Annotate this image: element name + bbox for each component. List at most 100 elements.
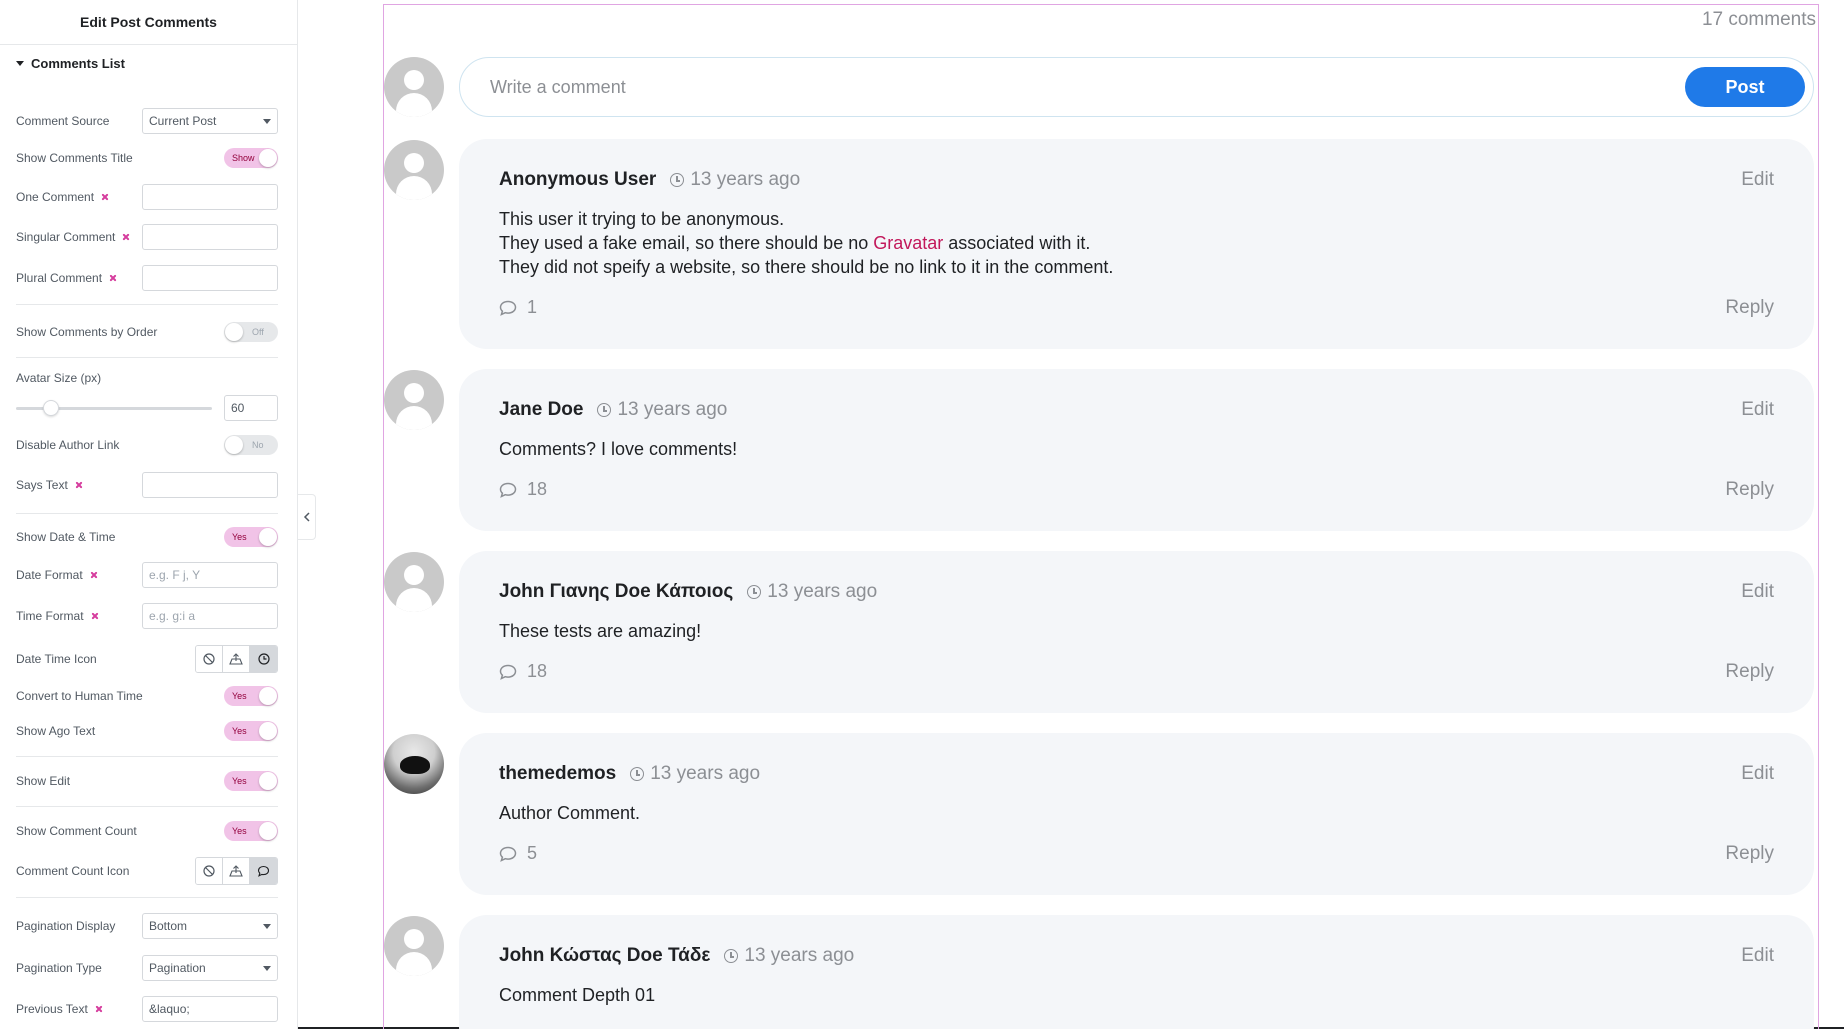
previous-text-label: Previous Text (16, 1002, 88, 1016)
comment-author: Jane Doe (499, 399, 584, 420)
time-text: 13 years ago (767, 581, 878, 602)
pagination-type-value: Pagination (149, 961, 206, 975)
previous-text-input[interactable]: &laquo; (142, 996, 278, 1022)
date-time-icon-choices (195, 645, 278, 673)
none-icon[interactable] (196, 646, 223, 672)
post-button[interactable]: Post (1685, 67, 1805, 107)
show-by-order-control: Show Comments by Order Off (16, 322, 278, 342)
dynamic-tags-icon[interactable] (90, 611, 100, 621)
toggle-knob (259, 822, 277, 840)
show-edit-toggle[interactable]: Yes (224, 771, 278, 791)
slider-handle[interactable] (43, 399, 59, 416)
show-edit-control: Show Edit Yes (16, 771, 278, 791)
comment-line: They used a fake email, so there should … (499, 233, 1091, 253)
time-format-control: Time Format e.g. g:i a (16, 603, 278, 629)
reply-link[interactable]: Reply (1725, 661, 1774, 683)
comment-icon[interactable] (250, 858, 277, 884)
show-by-order-label: Show Comments by Order (16, 325, 158, 339)
previous-text-control: Previous Text &laquo; (16, 996, 278, 1022)
date-time-icon-label: Date Time Icon (16, 652, 97, 666)
upload-icon[interactable] (223, 858, 250, 884)
comments-widget[interactable]: 17 comments Write a comment Post Anonymo… (383, 4, 1819, 1029)
show-comments-title-control: Show Comments Title Show (16, 148, 278, 168)
time-text: 13 years ago (744, 945, 855, 966)
edit-link[interactable]: Edit (1741, 945, 1774, 967)
plural-comment-control: Plural Comment (16, 265, 278, 291)
singular-comment-input[interactable] (142, 224, 278, 250)
show-count-toggle[interactable]: Yes (224, 821, 278, 841)
divider (16, 756, 278, 757)
avatar-size-label-row: Avatar Size (px) (16, 371, 278, 385)
comment-time: 13 years ago (670, 169, 800, 191)
time-format-input[interactable]: e.g. g:i a (142, 603, 278, 629)
none-icon[interactable] (196, 858, 223, 884)
show-comments-title-toggle[interactable]: Show (224, 148, 278, 168)
comment-card: John Γιανης Doe Κάποιος 13 years ago Edi… (459, 551, 1814, 713)
show-by-order-toggle[interactable]: Off (224, 322, 278, 342)
disable-author-link-toggle[interactable]: No (224, 435, 278, 455)
pagination-display-value: Bottom (149, 919, 188, 933)
human-time-control: Convert to Human Time Yes (16, 686, 278, 706)
ago-text-toggle[interactable]: Yes (224, 721, 278, 741)
edit-link[interactable]: Edit (1741, 581, 1774, 603)
collapse-panel-button[interactable] (298, 494, 316, 540)
human-time-toggle[interactable]: Yes (224, 686, 278, 706)
says-text-input[interactable] (142, 472, 278, 498)
one-comment-label: One Comment (16, 190, 95, 204)
comment-source-label: Comment Source (16, 114, 110, 128)
clock-icon[interactable] (250, 646, 277, 672)
toggle-knob (259, 149, 277, 167)
edit-link[interactable]: Edit (1741, 763, 1774, 785)
panel-title: Edit Post Comments (0, 0, 297, 45)
show-date-time-toggle[interactable]: Yes (224, 527, 278, 547)
one-comment-input[interactable] (142, 184, 278, 210)
comment-source-select[interactable]: Current Post (142, 108, 278, 134)
comment-author: themedemos (499, 763, 617, 784)
date-format-input[interactable]: e.g. F j, Y (142, 562, 278, 588)
plural-comment-input[interactable] (142, 265, 278, 291)
count-icon-label: Comment Count Icon (16, 864, 130, 878)
upload-icon[interactable] (223, 646, 250, 672)
dynamic-tags-icon[interactable] (108, 273, 118, 283)
comments-total: 17 comments (1701, 9, 1816, 30)
pagination-display-label: Pagination Display (16, 919, 116, 933)
dynamic-tags-icon[interactable] (94, 1004, 104, 1014)
comment-body: This user it trying to be anonymous. The… (499, 207, 1113, 279)
pagination-display-select[interactable]: Bottom (142, 913, 278, 939)
show-date-time-label: Show Date & Time (16, 530, 116, 544)
comment-line: This user it trying to be anonymous. (499, 209, 785, 229)
clock-icon (597, 403, 612, 417)
toggle-knob (259, 722, 277, 740)
comment-icon (499, 300, 517, 316)
dynamic-tags-icon[interactable] (74, 480, 84, 490)
edit-link[interactable]: Edit (1741, 169, 1774, 191)
avatar (384, 552, 444, 612)
section-toggle-comments-list[interactable]: Comments List (0, 45, 297, 81)
avatar (384, 734, 444, 794)
toggle-state: Off (252, 327, 264, 337)
show-edit-label: Show Edit (16, 774, 71, 788)
comment-time: 13 years ago (597, 399, 727, 421)
reply-link[interactable]: Reply (1725, 297, 1774, 319)
comment-input[interactable]: Write a comment (490, 77, 626, 98)
singular-comment-control: Singular Comment (16, 224, 278, 250)
reply-link[interactable]: Reply (1725, 843, 1774, 865)
dynamic-tags-icon[interactable] (89, 570, 99, 580)
comment-card: themedemos 13 years ago Edit Author Comm… (459, 733, 1814, 895)
dynamic-tags-icon[interactable] (121, 232, 131, 242)
toggle-state: Yes (232, 826, 247, 836)
date-time-icon-control: Date Time Icon (16, 645, 278, 673)
reply-count-value: 1 (527, 297, 538, 317)
write-comment-box[interactable]: Write a comment Post (459, 57, 1814, 117)
reply-link[interactable]: Reply (1725, 479, 1774, 501)
pagination-type-control: Pagination Type Pagination (16, 955, 278, 981)
toggle-knob (225, 323, 243, 341)
avatar-size-input[interactable]: 60 (224, 395, 278, 421)
edit-link[interactable]: Edit (1741, 399, 1774, 421)
avatar-size-slider[interactable] (16, 399, 212, 416)
one-comment-control: One Comment (16, 184, 278, 210)
gravatar-link[interactable]: Gravatar (873, 233, 943, 253)
dynamic-tags-icon[interactable] (100, 192, 110, 202)
avatar-size-label: Avatar Size (px) (16, 371, 102, 385)
pagination-type-select[interactable]: Pagination (142, 955, 278, 981)
